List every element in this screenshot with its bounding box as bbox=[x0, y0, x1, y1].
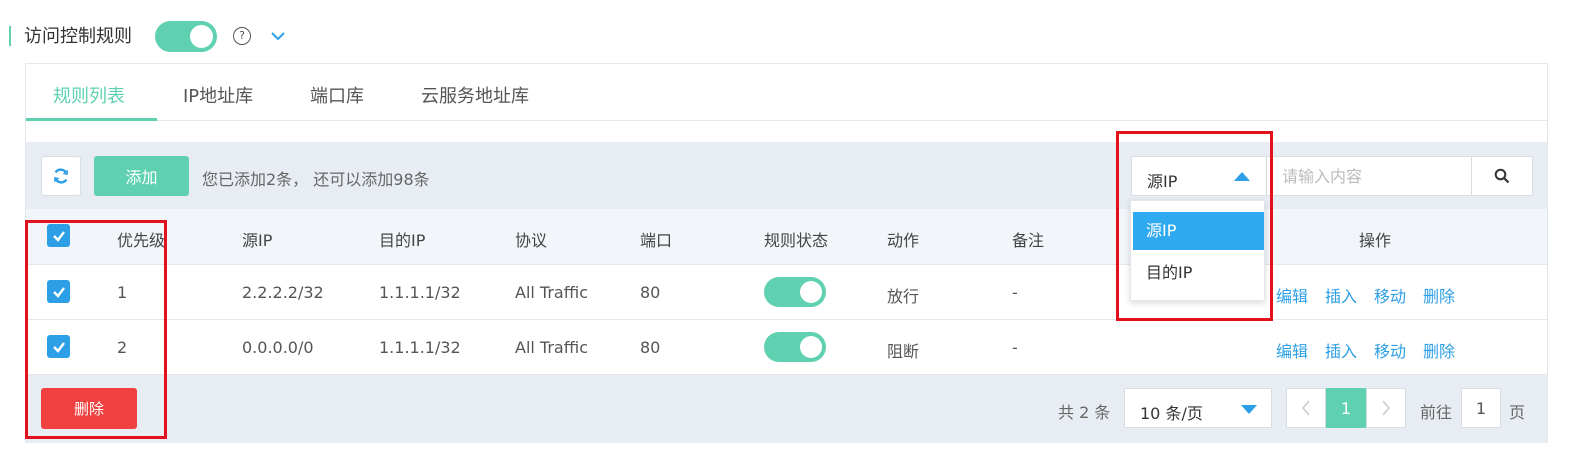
cell-destination-ip: 1.1.1.1/32 bbox=[379, 283, 461, 302]
rules-panel: 规则列表 IP地址库 端口库 云服务地址库 添加 您已添加2条， 还可以添加98… bbox=[25, 63, 1548, 443]
cell-destination-ip: 1.1.1.1/32 bbox=[379, 338, 461, 357]
move-link[interactable]: 移动 bbox=[1374, 283, 1406, 307]
row-operations: 编辑 插入 移动 删除 bbox=[1276, 283, 1455, 307]
table-row: 1 2.2.2.2/32 1.1.1.1/32 All Traffic 80 放… bbox=[26, 265, 1547, 320]
column-header-priority: 优先级 bbox=[117, 231, 166, 250]
edit-link[interactable]: 编辑 bbox=[1276, 283, 1308, 307]
move-link[interactable]: 移动 bbox=[1374, 338, 1406, 362]
tab-ip-library[interactable]: IP地址库 bbox=[183, 82, 253, 108]
table-header: 优先级 源IP 目的IP 协议 端口 规则状态 动作 备注 操作 bbox=[26, 209, 1547, 265]
refresh-icon bbox=[54, 168, 68, 184]
tab-port-library[interactable]: 端口库 bbox=[310, 82, 364, 108]
caret-up-icon bbox=[1234, 172, 1250, 181]
chevron-down-icon[interactable] bbox=[268, 26, 288, 46]
check-icon bbox=[52, 341, 65, 353]
toggle-knob bbox=[800, 336, 822, 358]
page-suffix-label: 页 bbox=[1509, 403, 1526, 422]
page-number-current[interactable]: 1 bbox=[1326, 388, 1366, 428]
check-icon bbox=[52, 286, 65, 298]
search-field-value: 源IP bbox=[1147, 172, 1178, 191]
edit-link[interactable]: 编辑 bbox=[1276, 338, 1308, 362]
chevron-right-icon bbox=[1382, 400, 1391, 416]
cell-priority: 2 bbox=[117, 338, 128, 357]
dropdown-option-destination-ip[interactable]: 目的IP bbox=[1133, 254, 1264, 292]
next-page-button[interactable] bbox=[1366, 388, 1406, 428]
active-tab-indicator bbox=[26, 118, 157, 121]
cell-port: 80 bbox=[640, 283, 661, 302]
table-row: 2 0.0.0.0/0 1.1.1.1/32 All Traffic 80 阻断… bbox=[26, 320, 1547, 375]
dropdown-option-source-ip[interactable]: 源IP bbox=[1133, 212, 1264, 250]
refresh-button[interactable] bbox=[41, 156, 81, 196]
search-field-dropdown: 源IP 目的IP bbox=[1130, 200, 1265, 301]
search-button[interactable] bbox=[1471, 156, 1533, 196]
search-input[interactable] bbox=[1267, 156, 1472, 196]
goto-label: 前往 bbox=[1420, 403, 1453, 422]
search-icon bbox=[1494, 168, 1510, 184]
cell-protocol: All Traffic bbox=[515, 338, 588, 357]
batch-delete-button[interactable]: 删除 bbox=[41, 388, 137, 429]
column-header-source-ip: 源IP bbox=[242, 231, 273, 250]
insert-link[interactable]: 插入 bbox=[1325, 338, 1357, 362]
cell-source-ip: 0.0.0.0/0 bbox=[242, 338, 314, 357]
cell-source-ip: 2.2.2.2/32 bbox=[242, 283, 324, 302]
delete-link[interactable]: 删除 bbox=[1423, 338, 1455, 362]
insert-link[interactable]: 插入 bbox=[1325, 283, 1357, 307]
prev-page-button[interactable] bbox=[1286, 388, 1326, 428]
toggle-knob bbox=[800, 281, 822, 303]
toggle-knob bbox=[190, 25, 213, 48]
page-size-value: 10 条/页 bbox=[1140, 404, 1203, 423]
table-footer: 删除 共 2 条 10 条/页 1 前往 页 bbox=[26, 375, 1547, 443]
rules-enable-toggle[interactable] bbox=[155, 21, 217, 52]
row-checkbox[interactable] bbox=[47, 335, 70, 358]
cell-remark: - bbox=[1012, 283, 1018, 302]
rule-status-toggle[interactable] bbox=[764, 332, 826, 362]
section-accent-bar bbox=[9, 26, 11, 46]
tab-rule-list[interactable]: 规则列表 bbox=[53, 82, 125, 108]
chevron-left-icon bbox=[1301, 400, 1310, 416]
column-header-rule-status: 规则状态 bbox=[764, 231, 829, 250]
question-circle-icon[interactable]: ? bbox=[233, 27, 251, 45]
page-size-select[interactable]: 10 条/页 bbox=[1124, 388, 1272, 428]
cell-action: 阻断 bbox=[887, 342, 920, 361]
cell-remark: - bbox=[1012, 338, 1018, 357]
row-checkbox[interactable] bbox=[47, 280, 70, 303]
caret-down-icon bbox=[1241, 405, 1257, 414]
total-count: 共 2 条 bbox=[1058, 403, 1111, 422]
tab-bar: 规则列表 IP地址库 端口库 云服务地址库 bbox=[26, 64, 1547, 121]
toolbar: 添加 您已添加2条， 还可以添加98条 源IP bbox=[26, 142, 1547, 209]
add-rule-button[interactable]: 添加 bbox=[94, 156, 189, 196]
goto-page-input[interactable] bbox=[1461, 388, 1501, 428]
column-header-port: 端口 bbox=[640, 231, 673, 250]
search-field-select[interactable]: 源IP bbox=[1131, 156, 1267, 196]
cell-protocol: All Traffic bbox=[515, 283, 588, 302]
delete-link[interactable]: 删除 bbox=[1423, 283, 1455, 307]
cell-port: 80 bbox=[640, 338, 661, 357]
column-header-operations: 操作 bbox=[1359, 231, 1392, 250]
rule-status-toggle[interactable] bbox=[764, 277, 826, 307]
rule-quota-text: 您已添加2条， 还可以添加98条 bbox=[202, 170, 430, 189]
tab-cloud-service-library[interactable]: 云服务地址库 bbox=[421, 82, 529, 108]
column-header-remark: 备注 bbox=[1012, 231, 1045, 250]
column-header-destination-ip: 目的IP bbox=[379, 231, 426, 250]
column-header-protocol: 协议 bbox=[515, 231, 548, 250]
check-icon bbox=[52, 230, 65, 242]
select-all-checkbox[interactable] bbox=[47, 224, 70, 247]
cell-action: 放行 bbox=[887, 287, 920, 306]
row-operations: 编辑 插入 移动 删除 bbox=[1276, 338, 1455, 362]
column-header-action: 动作 bbox=[887, 231, 920, 250]
cell-priority: 1 bbox=[117, 283, 128, 302]
section-title: 访问控制规则 bbox=[24, 26, 132, 47]
